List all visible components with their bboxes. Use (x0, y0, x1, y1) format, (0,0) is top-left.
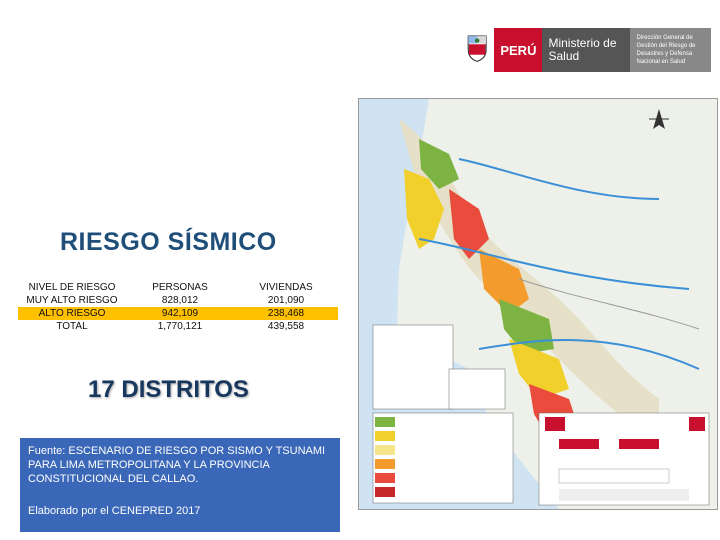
cell-personas: 942,109 (126, 307, 234, 320)
cell-nivel: ALTO RIESGO (18, 307, 126, 320)
cell-viviendas: 201,090 (234, 294, 338, 307)
cell-viviendas: 238,468 (234, 307, 338, 320)
table-row: MUY ALTO RIESGO 828,012 201,090 (18, 294, 338, 307)
source-box: Fuente: ESCENARIO DE RIESGO POR SISMO Y … (20, 438, 340, 532)
header-nivel: NIVEL DE RIESGO (18, 281, 126, 294)
risk-table: NIVEL DE RIESGO PERSONAS VIVIENDAS MUY A… (18, 281, 338, 333)
minsa-logo: PERÚ Ministerio de Salud Dirección Gener… (466, 28, 711, 72)
table-row: TOTAL 1,770,121 439,558 (18, 320, 338, 333)
distritos-count: 17 DISTRITOS (88, 376, 249, 403)
table-header-row: NIVEL DE RIESGO PERSONAS VIVIENDAS (18, 281, 338, 294)
cell-viviendas: 439,558 (234, 320, 338, 333)
risk-map (358, 98, 718, 510)
direccion-label: Dirección General de Gestión del Riesgo … (630, 28, 711, 72)
header-personas: PERSONAS (126, 281, 234, 294)
header-viviendas: VIVIENDAS (234, 281, 338, 294)
peru-shield-icon (467, 35, 487, 62)
map-drawing (359, 99, 717, 509)
elaborado-text: Elaborado por el CENEPRED 2017 (28, 505, 201, 517)
header-bar: PERÚ Ministerio de Salud Dirección Gener… (0, 0, 720, 86)
cell-nivel: MUY ALTO RIESGO (18, 294, 126, 307)
cell-personas: 828,012 (126, 294, 234, 307)
source-text: Fuente: ESCENARIO DE RIESGO POR SISMO Y … (28, 445, 326, 485)
slide-title: RIESGO SÍSMICO (60, 228, 277, 256)
cell-personas: 1,770,121 (126, 320, 234, 333)
peru-label: PERÚ (494, 28, 543, 72)
ministerio-label: Ministerio de Salud (542, 28, 631, 72)
cell-nivel: TOTAL (18, 320, 126, 333)
table-row: ALTO RIESGO 942,109 238,468 (18, 307, 338, 320)
